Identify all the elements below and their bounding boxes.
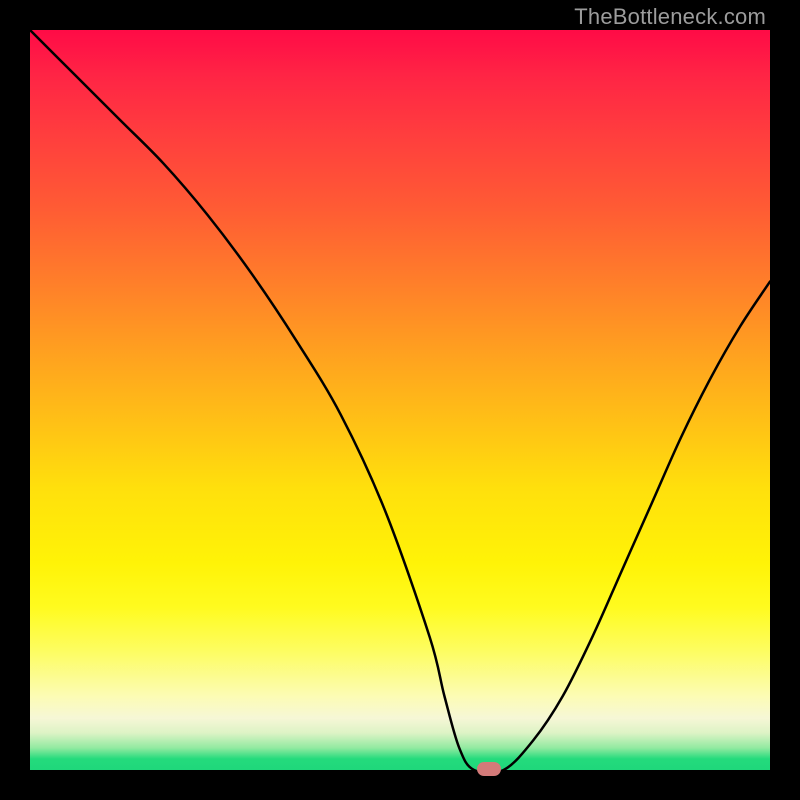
optimal-marker [477,762,501,776]
watermark-text: TheBottleneck.com [574,4,766,30]
bottleneck-curve [30,30,770,770]
plot-area [30,30,770,770]
chart-frame: TheBottleneck.com [0,0,800,800]
